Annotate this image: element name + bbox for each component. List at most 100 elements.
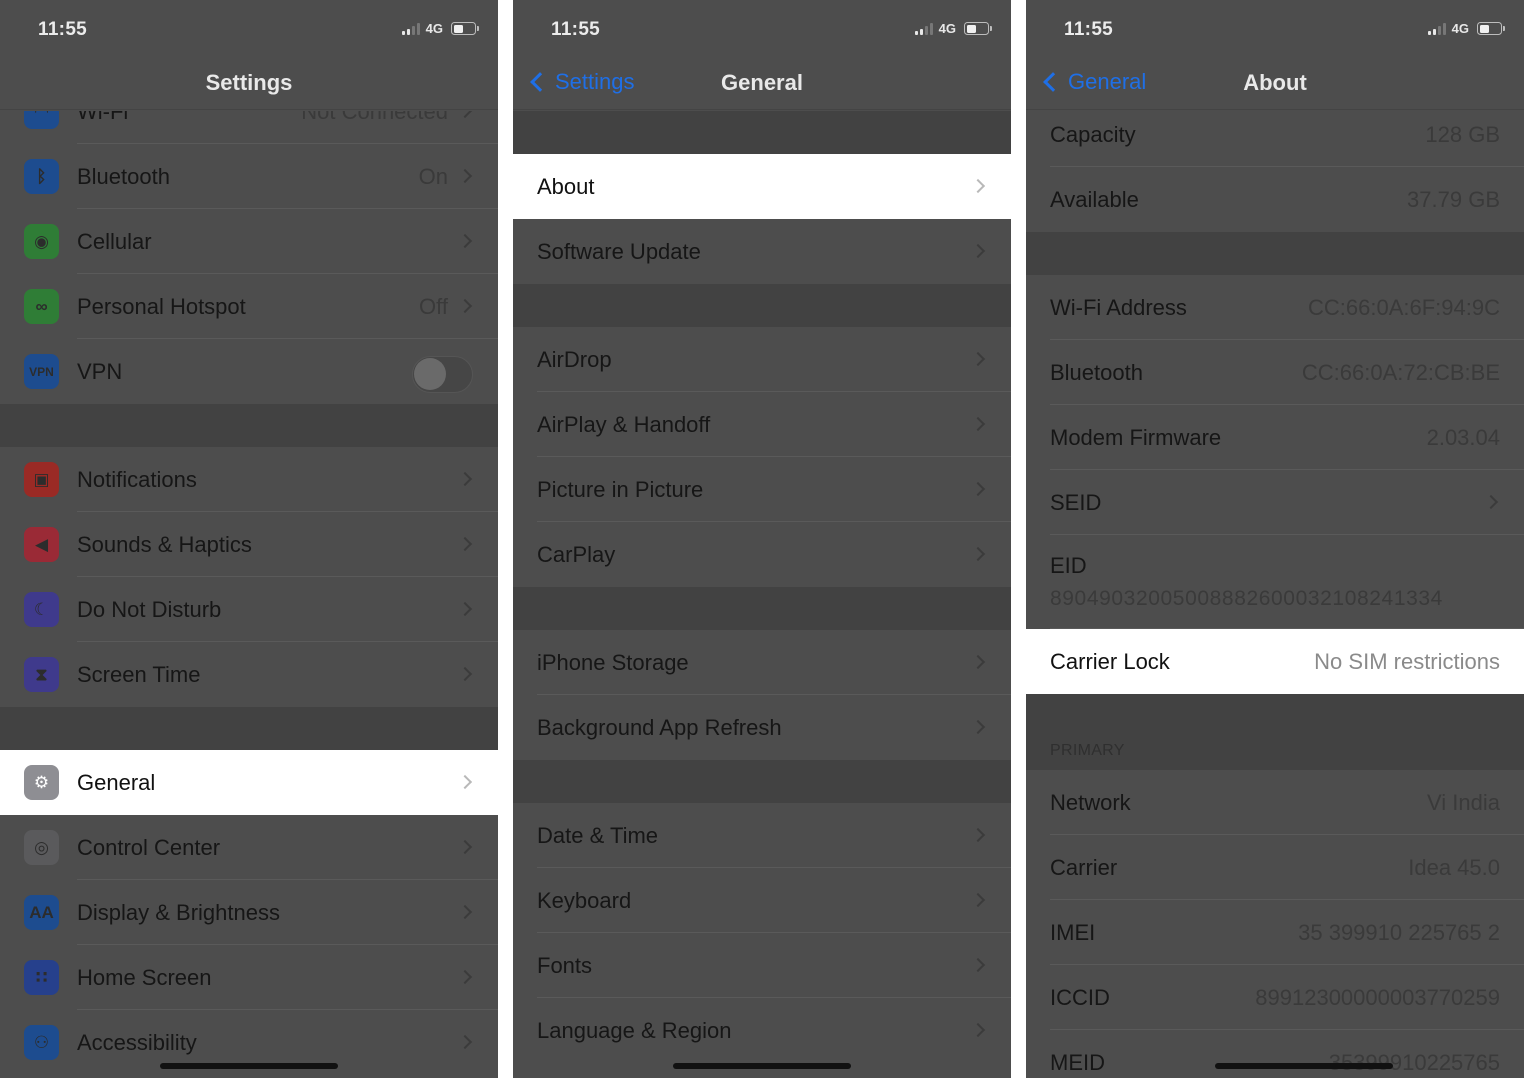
settings-list-inner: ◠ Wi-Fi Not Connected ᛒ Bluetooth On ◉ Cellular… (0, 111, 498, 1075)
row-label: About (537, 173, 595, 199)
settings-row-wi-fi[interactable]: ◠ Wi-Fi Not Connected (0, 111, 498, 144)
group-spacer (513, 587, 1011, 630)
general-row-iphone-storage[interactable]: iPhone Storage (513, 630, 1011, 695)
row-value: Idea 45.0 (1408, 854, 1500, 880)
home-indicator[interactable] (160, 1063, 338, 1069)
settings-row-do-not-disturb[interactable]: ☾ Do Not Disturb (0, 577, 498, 642)
about-row-available: Available 37.79 GB (1026, 167, 1524, 232)
settings-row-general[interactable]: ⚙ General (0, 750, 498, 815)
row-value: Vi India (1427, 789, 1500, 815)
chevron-right-icon (457, 111, 473, 119)
row-label: Screen Time (77, 661, 201, 687)
page-title: General (721, 70, 803, 95)
about-list-inner: Capacity 128 GB Available 37.79 GB Wi-Fi Add… (1026, 111, 1524, 1078)
row-value: 2.03.04 (1426, 424, 1500, 450)
row-label: Background App Refresh (537, 714, 782, 740)
chevron-right-icon (970, 481, 986, 497)
chevron-right-icon (457, 233, 473, 249)
general-row-airplay-and-handoff[interactable]: AirPlay & Handoff (513, 392, 1011, 457)
home-indicator[interactable] (673, 1063, 851, 1069)
general-row-keyboard[interactable]: Keyboard (513, 868, 1011, 933)
general-row-background-app-refresh[interactable]: Background App Refresh (513, 695, 1011, 760)
about-row-capacity: Capacity 128 GB (1026, 111, 1524, 167)
settings-row-cellular[interactable]: ◉ Cellular (0, 209, 498, 274)
settings-list[interactable]: ◠ Wi-Fi Not Connected ᛒ Bluetooth On ◉ Cellular… (0, 111, 498, 1078)
speaker-icon: ◀ (24, 527, 59, 562)
row-label: SEID (1050, 489, 1102, 515)
settings-row-bluetooth[interactable]: ᛒ Bluetooth On (0, 144, 498, 209)
settings-row-home-screen[interactable]: ∷ Home Screen (0, 945, 498, 1010)
row-label: Cellular (77, 228, 152, 254)
settings-row-control-center[interactable]: ◎ Control Center (0, 815, 498, 880)
toggles-icon: ◎ (24, 830, 59, 865)
gear-icon: ⚙ (24, 765, 59, 800)
general-row-date-and-time[interactable]: Date & Time (513, 803, 1011, 868)
chevron-right-icon (457, 298, 473, 314)
row-label: AirDrop (537, 346, 612, 372)
chevron-right-icon (457, 168, 473, 184)
chevron-right-icon (457, 969, 473, 985)
general-list-inner: About Software Update AirDrop AirPlay & Han… (513, 111, 1011, 1063)
general-list[interactable]: About Software Update AirDrop AirPlay & Han… (513, 111, 1011, 1078)
row-label: Control Center (77, 834, 221, 860)
row-label: Carrier (1050, 854, 1118, 880)
status-bar: 11:55 4G (0, 0, 498, 58)
row-label: Wi-Fi (77, 111, 129, 124)
page-title: Settings (205, 70, 293, 95)
group-spacer (513, 284, 1011, 327)
vpn-toggle[interactable] (412, 356, 473, 393)
page-title: About (1243, 70, 1307, 95)
general-row-about[interactable]: About (513, 154, 1011, 219)
signal-icon (914, 23, 933, 35)
row-label: IMEI (1050, 919, 1096, 945)
settings-row-display-and-brightness[interactable]: AA Display & Brightness (0, 880, 498, 945)
general-row-airdrop[interactable]: AirDrop (513, 327, 1011, 392)
about-row-eid: EID 89049032005008882600032108241334 (1026, 535, 1524, 629)
row-value: 128 GB (1425, 121, 1500, 147)
about-row-iccid: ICCID 89912300000003770259 (1026, 965, 1524, 1030)
row-label: Picture in Picture (537, 476, 704, 502)
battery-icon (1477, 22, 1505, 35)
settings-row-notifications[interactable]: ▣ Notifications (0, 447, 498, 512)
about-row-seid[interactable]: SEID (1026, 470, 1524, 535)
general-row-carplay[interactable]: CarPlay (513, 522, 1011, 587)
settings-row-screen-time[interactable]: ⧗ Screen Time (0, 642, 498, 707)
row-label: Home Screen (77, 964, 212, 990)
general-row-picture-in-picture[interactable]: Picture in Picture (513, 457, 1011, 522)
chevron-right-icon (970, 892, 986, 908)
general-screen: 11:55 4G Settings General About Software … (513, 0, 1011, 1078)
chevron-right-icon (970, 416, 986, 432)
row-value: On (418, 163, 448, 189)
settings-row-sounds-and-haptics[interactable]: ◀ Sounds & Haptics (0, 512, 498, 577)
settings-row-personal-hotspot[interactable]: ∞ Personal Hotspot Off (0, 274, 498, 339)
notifications-icon: ▣ (24, 462, 59, 497)
about-list[interactable]: Capacity 128 GB Available 37.79 GB Wi-Fi Add… (1026, 111, 1524, 1078)
status-time: 11:55 (551, 19, 601, 40)
home-indicator[interactable] (1215, 1063, 1393, 1069)
row-value: No SIM restrictions (1314, 648, 1500, 674)
status-bar: 11:55 4G (513, 0, 1011, 58)
row-label: MEID (1050, 1049, 1105, 1075)
chevron-right-icon (457, 774, 473, 790)
general-row-software-update[interactable]: Software Update (513, 219, 1011, 284)
chevron-right-icon (970, 827, 986, 843)
chevron-right-icon (457, 666, 473, 682)
row-label: General (77, 769, 156, 795)
chevron-right-icon (970, 719, 986, 735)
row-label: Capacity (1050, 121, 1136, 147)
row-label: Sounds & Haptics (77, 531, 252, 557)
signal-icon (401, 23, 420, 35)
general-row-fonts[interactable]: Fonts (513, 933, 1011, 998)
row-label: CarPlay (537, 541, 616, 567)
row-label: Do Not Disturb (77, 596, 222, 622)
row-label: Fonts (537, 952, 593, 978)
general-row-language-and-region[interactable]: Language & Region (513, 998, 1011, 1063)
chevron-right-icon (970, 351, 986, 367)
settings-screen: 11:55 4G Settings ◠ Wi-Fi Not Connected ᛒ Bl… (0, 0, 498, 1078)
battery-fill (453, 24, 463, 33)
settings-row-vpn[interactable]: VPN VPN (0, 339, 498, 404)
section-header: PRIMARY (1026, 694, 1524, 770)
status-indicators: 4G (914, 22, 992, 35)
row-value: 89912300000003770259 (1255, 984, 1500, 1010)
row-label: Bluetooth (1050, 359, 1143, 385)
